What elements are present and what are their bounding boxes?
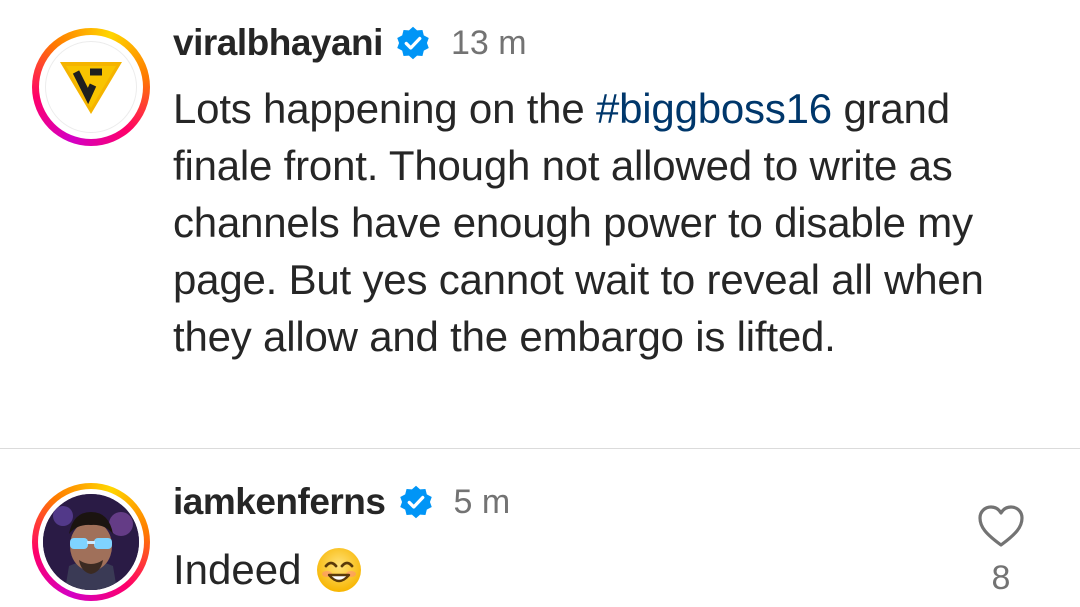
post-author-avatar[interactable] bbox=[32, 28, 150, 146]
comment-item: iamkenferns 5 m Indeed 8 bbox=[0, 449, 1080, 607]
caption-text-start: Lots happening on the bbox=[173, 85, 596, 132]
comment-body: Indeed bbox=[173, 545, 363, 595]
post-caption: Lots happening on the #biggboss16 grand … bbox=[173, 80, 1033, 365]
post-header: viralbhayani 13 m bbox=[173, 18, 527, 68]
like-count: 8 bbox=[991, 559, 1011, 597]
post-username[interactable]: viralbhayani bbox=[173, 22, 383, 64]
comment-author-avatar[interactable] bbox=[32, 483, 150, 601]
person-with-glasses-icon bbox=[43, 494, 139, 590]
smiling-face-emoji-icon bbox=[317, 548, 362, 592]
hashtag-link[interactable]: #biggboss16 bbox=[596, 85, 832, 132]
comment-header: iamkenferns 5 m bbox=[173, 477, 510, 527]
post: viralbhayani 13 m Lots happening on the … bbox=[0, 0, 1080, 448]
heart-outline-icon[interactable] bbox=[976, 503, 1026, 549]
verified-badge-icon bbox=[397, 26, 429, 60]
comment-timestamp: 5 m bbox=[453, 482, 511, 521]
viral-bhayani-logo-icon bbox=[45, 41, 137, 133]
user-photo-icon bbox=[43, 494, 139, 590]
comment-username[interactable]: iamkenferns bbox=[173, 481, 386, 523]
verified-badge-icon bbox=[399, 485, 432, 519]
post-timestamp: 13 m bbox=[450, 23, 527, 62]
comment-text: Indeed bbox=[173, 546, 302, 593]
logo-v-icon bbox=[60, 62, 122, 114]
